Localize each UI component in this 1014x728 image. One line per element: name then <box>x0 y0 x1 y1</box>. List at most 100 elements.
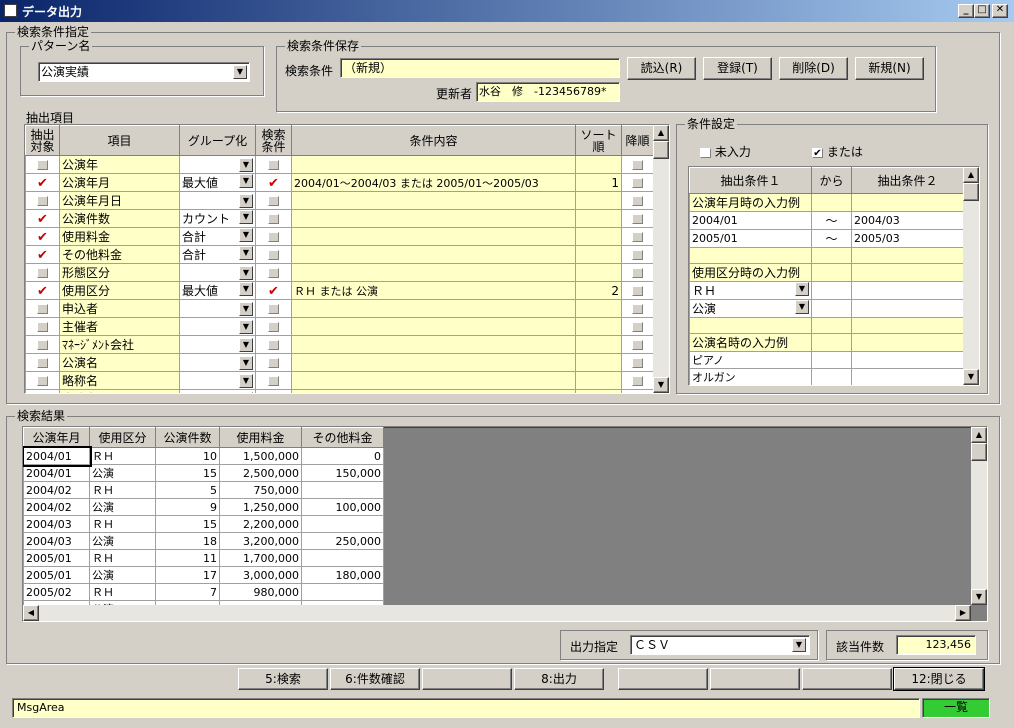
results-cell[interactable]: 7 <box>155 583 220 601</box>
chevron-down-icon[interactable]: ▼ <box>239 319 253 334</box>
cond2-cell[interactable] <box>851 281 964 300</box>
extract-row[interactable]: 公演年月日 ▼ <box>25 191 654 210</box>
group-select[interactable]: ▼ <box>179 335 256 354</box>
checkbox-empty[interactable] <box>268 376 279 386</box>
search-checkbox[interactable] <box>255 191 292 210</box>
condition-row[interactable]: 公演名時の入力例 <box>689 333 964 352</box>
search-checkbox[interactable] <box>255 335 292 354</box>
from-cell[interactable] <box>811 281 852 300</box>
checkbox-empty[interactable] <box>632 232 643 242</box>
condition-name-field[interactable]: （新規） <box>340 58 620 78</box>
output-select[interactable]: ＣＳＶ ▼ <box>630 635 810 655</box>
f6-count-button[interactable]: 6:件数確認 <box>330 668 420 690</box>
target-checkbox[interactable] <box>25 389 60 393</box>
unentered-checkbox[interactable]: 未入力 <box>700 143 751 160</box>
cond1-cell[interactable] <box>690 386 812 387</box>
cond1-cell[interactable]: 使用区分時の入力例 <box>689 263 812 282</box>
results-cell[interactable]: 2005/01 <box>23 549 90 567</box>
results-cell[interactable] <box>301 549 384 567</box>
cond1-cell[interactable]: ＲＨ ▼ <box>689 281 812 300</box>
checkbox-empty[interactable] <box>632 196 643 206</box>
desc-checkbox[interactable] <box>621 371 654 390</box>
results-row[interactable]: 2004/03 公演 18 3,200,000 250,000 <box>23 532 384 550</box>
cond2-cell[interactable] <box>851 333 964 352</box>
cond2-cell[interactable]: 2004/03 <box>851 211 964 230</box>
condition-row[interactable]: ＲＨ ▼ <box>689 281 964 300</box>
extract-row[interactable]: ✔ 公演年月 最大値 ▼ ✔ 2004/01～2004/03 または 2005/01～20… <box>25 173 654 192</box>
col-sort[interactable]: ソート 順 <box>575 125 622 156</box>
results-hscrollbar[interactable]: ◀ ▶ <box>23 605 971 621</box>
desc-checkbox[interactable] <box>621 281 654 300</box>
results-cell[interactable]: 18 <box>155 532 220 550</box>
results-col-header[interactable]: その他料金 <box>301 427 384 448</box>
search-checkbox[interactable] <box>255 353 292 372</box>
results-cell[interactable]: 17 <box>155 566 220 584</box>
content-cell[interactable]: 2004/01～2004/03 または 2005/01～2005/03 <box>291 173 576 192</box>
condition-row[interactable]: 使用区分時の入力例 <box>689 263 964 282</box>
minimize-button[interactable]: _ <box>958 4 974 18</box>
results-cell[interactable]: 250,000 <box>301 532 384 550</box>
extract-scrollbar[interactable]: ▲ ▼ <box>653 125 669 393</box>
content-cell[interactable] <box>291 263 576 282</box>
results-cell[interactable]: ＲＨ <box>89 583 156 601</box>
extract-row[interactable]: 申込者 ▼ <box>25 299 654 318</box>
results-cell[interactable]: 10 <box>155 447 220 465</box>
f10-button[interactable] <box>710 668 800 690</box>
group-select[interactable]: ▼ <box>179 389 256 393</box>
results-row[interactable]: 2005/01 ＲＨ 11 1,700,000 <box>23 549 384 567</box>
scroll-left-icon[interactable]: ◀ <box>23 605 39 621</box>
group-select[interactable]: 最大値 ▼ <box>179 281 256 300</box>
content-cell[interactable] <box>291 317 576 336</box>
results-row[interactable]: 2005/02 ＲＨ 7 980,000 <box>23 583 384 601</box>
extract-row[interactable]: ✔ 使用料金 合計 ▼ <box>25 227 654 246</box>
results-cell[interactable]: 9 <box>155 498 220 516</box>
search-checkbox[interactable] <box>255 245 292 264</box>
condition-scrollbar[interactable]: ▲ ▼ <box>963 167 979 385</box>
chevron-down-icon[interactable]: ▼ <box>239 282 253 296</box>
chevron-down-icon[interactable]: ▼ <box>239 210 253 224</box>
target-checkbox[interactable]: ✔ <box>25 245 60 264</box>
checkbox-empty[interactable] <box>632 322 643 332</box>
chevron-down-icon[interactable]: ▼ <box>795 300 809 314</box>
chevron-down-icon[interactable]: ▼ <box>239 157 253 172</box>
maximize-button[interactable]: □ <box>974 4 990 18</box>
extract-row[interactable]: ✔ その他料金 合計 ▼ <box>25 245 654 264</box>
search-checkbox[interactable]: ✔ <box>255 281 292 300</box>
target-checkbox[interactable]: ✔ <box>25 173 60 192</box>
content-cell[interactable] <box>291 353 576 372</box>
results-cell[interactable]: 100,000 <box>301 498 384 516</box>
chevron-down-icon[interactable]: ▼ <box>792 638 806 652</box>
results-col-header[interactable]: 公演年月 <box>23 427 90 448</box>
checkbox-empty[interactable] <box>268 160 279 170</box>
from-cell[interactable] <box>811 299 852 318</box>
check-icon[interactable]: ✔ <box>37 176 48 191</box>
desc-checkbox[interactable] <box>621 353 654 372</box>
results-cell[interactable]: 公演 <box>89 498 156 516</box>
cond1-cell[interactable]: 公演年月時の入力例 <box>689 193 812 212</box>
results-cell[interactable]: 2005/01 <box>23 566 90 584</box>
sort-cell[interactable] <box>575 263 622 282</box>
from-cell[interactable]: ～ <box>811 229 852 248</box>
chevron-down-icon[interactable]: ▼ <box>239 373 253 388</box>
results-row[interactable]: 2004/02 公演 9 1,250,000 100,000 <box>23 498 384 516</box>
desc-checkbox[interactable] <box>621 317 654 336</box>
checkbox-empty[interactable] <box>37 268 48 278</box>
content-cell[interactable] <box>291 371 576 390</box>
content-cell[interactable]: ＲＨ または 公演 <box>291 281 576 300</box>
close-button[interactable]: ✕ <box>992 4 1008 18</box>
target-checkbox[interactable] <box>25 317 60 336</box>
new-button[interactable]: 新規(N) <box>855 57 924 80</box>
checkbox-empty[interactable] <box>632 376 643 386</box>
results-cell[interactable]: 15 <box>155 515 220 533</box>
f8-output-button[interactable]: 8:出力 <box>514 668 604 690</box>
search-checkbox[interactable] <box>255 389 292 393</box>
from-cell[interactable] <box>811 247 852 264</box>
extract-row[interactable]: ✔ 使用区分 最大値 ▼ ✔ ＲＨ または 公演 2 <box>25 281 654 300</box>
desc-checkbox[interactable] <box>621 245 654 264</box>
checkbox-empty[interactable] <box>37 160 48 170</box>
desc-checkbox[interactable] <box>621 299 654 318</box>
results-col-header[interactable]: 使用料金 <box>219 427 302 448</box>
search-checkbox[interactable] <box>255 227 292 246</box>
cond2-cell[interactable] <box>851 193 964 212</box>
chevron-down-icon[interactable]: ▼ <box>233 65 247 79</box>
